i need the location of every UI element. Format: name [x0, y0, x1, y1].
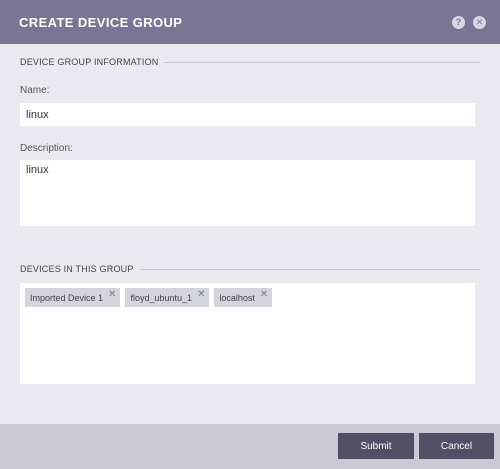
- device-tag-label: Imported Device 1: [30, 292, 104, 303]
- section-device-group-information: DEVICE GROUP INFORMATION: [20, 57, 480, 67]
- remove-tag-icon[interactable]: ✕: [108, 289, 116, 300]
- name-input[interactable]: [20, 103, 475, 126]
- description-textarea[interactable]: linux: [20, 160, 475, 226]
- header-icons: ? ✕: [452, 15, 486, 29]
- section-devices-in-group: DEVICES IN THIS GROUP: [20, 264, 480, 274]
- device-tag-label: localhost: [219, 292, 255, 303]
- close-icon[interactable]: ✕: [473, 15, 486, 29]
- dialog-header: CREATE DEVICE GROUP ? ✕: [0, 0, 500, 44]
- description-label: Description:: [20, 143, 73, 154]
- help-icon[interactable]: ?: [452, 15, 465, 29]
- section-divider: [164, 61, 480, 63]
- section-heading: DEVICE GROUP INFORMATION: [20, 57, 159, 67]
- device-tag: Imported Device 1 ✕: [25, 288, 121, 307]
- cancel-button[interactable]: Cancel: [419, 433, 494, 459]
- submit-button[interactable]: Submit: [338, 433, 414, 459]
- name-label: Name:: [20, 85, 50, 96]
- device-tag: floyd_ubuntu_1 ✕: [125, 288, 210, 307]
- create-device-group-dialog: CREATE DEVICE GROUP ? ✕ DEVICE GROUP INF…: [0, 0, 500, 469]
- remove-tag-icon[interactable]: ✕: [260, 289, 268, 300]
- remove-tag-icon[interactable]: ✕: [197, 289, 205, 300]
- section-heading: DEVICES IN THIS GROUP: [20, 264, 134, 274]
- section-divider: [139, 268, 480, 270]
- device-tag-label: floyd_ubuntu_1: [130, 292, 192, 303]
- device-tag: localhost ✕: [214, 288, 273, 307]
- dialog-title: CREATE DEVICE GROUP: [19, 14, 183, 30]
- devices-tag-input[interactable]: Imported Device 1 ✕ floyd_ubuntu_1 ✕ loc…: [20, 283, 475, 384]
